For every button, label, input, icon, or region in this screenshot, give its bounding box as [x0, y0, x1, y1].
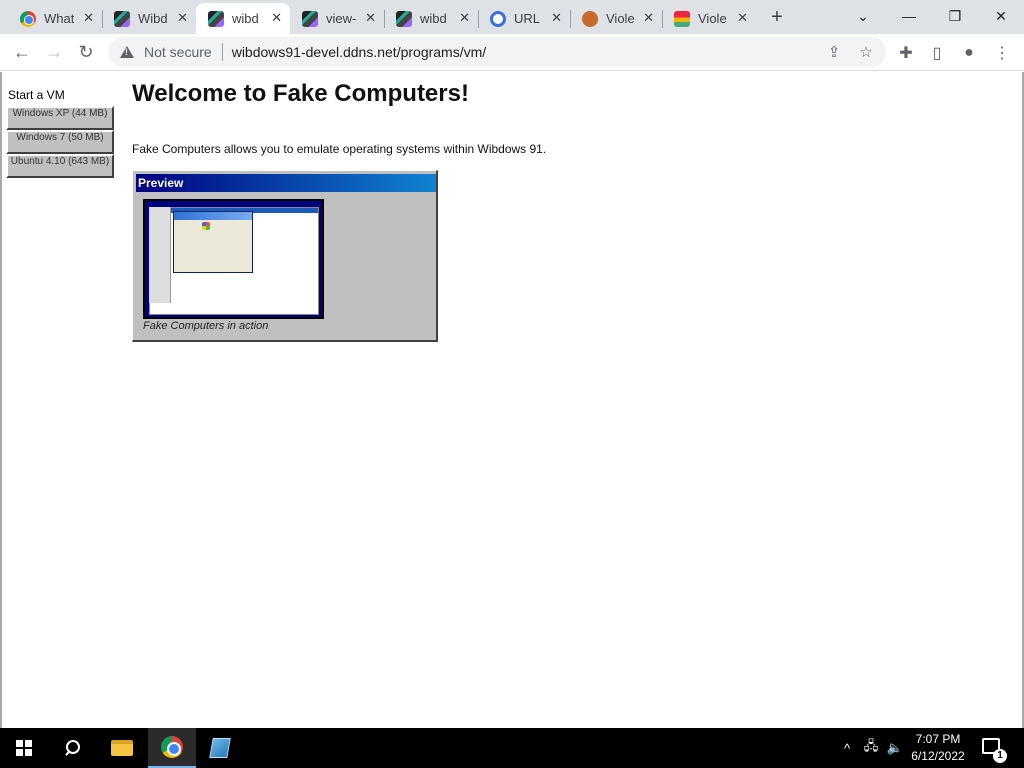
tab-4[interactable]: wibd ✕ — [384, 3, 478, 34]
browser-toolbar: ← → ↻ Not secure wibdows91-devel.ddns.ne… — [0, 34, 1024, 71]
omnibox-separator — [221, 43, 223, 61]
close-icon[interactable]: ✕ — [459, 11, 470, 25]
page-viewport: Start a VM Windows XP (44 MB) Windows 7 … — [0, 72, 1024, 728]
network-icon[interactable]: 🖧 — [860, 728, 882, 768]
vm-button-windows-xp[interactable]: Windows XP (44 MB) — [6, 106, 114, 130]
close-icon[interactable]: ✕ — [737, 11, 748, 25]
preview-title-bar: Preview — [136, 174, 436, 192]
intro-text: Fake Computers allows you to emulate ope… — [132, 142, 547, 156]
violentmonkey-icon — [582, 10, 598, 27]
url-icon — [490, 10, 506, 27]
notepad-icon — [209, 738, 231, 758]
extensions-icon[interactable]: ✚ — [895, 42, 917, 64]
search-icon — [64, 740, 80, 756]
close-window-icon[interactable]: ✕ — [978, 0, 1024, 32]
clock-time: 7:07 PM — [915, 732, 961, 746]
minimize-icon[interactable]: — — [886, 0, 932, 32]
side-panel-icon[interactable]: ▯ — [926, 42, 948, 64]
vm-button-windows-7[interactable]: Windows 7 (50 MB) — [6, 130, 114, 154]
address-bar[interactable]: Not secure wibdows91-devel.ddns.net/prog… — [108, 37, 886, 67]
warning-icon[interactable] — [120, 46, 134, 58]
clock-date: 6/12/2022 — [911, 749, 965, 763]
start-button[interactable] — [0, 728, 48, 768]
notification-badge: 1 — [993, 749, 1007, 763]
chrome-taskbar-button[interactable] — [148, 728, 196, 768]
chevron-up-icon[interactable]: ^ — [838, 728, 856, 768]
tab-title: Wibd — [138, 11, 168, 26]
back-icon[interactable]: ← — [8, 38, 36, 66]
wibdows-icon — [396, 10, 412, 27]
security-label[interactable]: Not secure — [144, 44, 212, 60]
close-icon[interactable]: ✕ — [551, 11, 562, 25]
file-explorer-button[interactable] — [98, 728, 146, 768]
clock[interactable]: 7:07 PM 6/12/2022 — [902, 731, 974, 765]
tab-title: wibd — [232, 11, 259, 26]
tab-search-icon[interactable]: ⌄ — [840, 0, 886, 32]
url-text[interactable]: wibdows91-devel.ddns.net/programs/vm/ — [232, 44, 486, 60]
tab-title: Viole — [606, 11, 635, 26]
screenshot-dialog — [173, 211, 253, 273]
tab-0[interactable]: What ✕ — [8, 3, 102, 34]
tab-title: What — [44, 11, 74, 26]
tab-7[interactable]: Viole ✕ — [662, 3, 756, 34]
vm-sidebar: Start a VM Windows XP (44 MB) Windows 7 … — [6, 88, 116, 178]
bookmark-star-icon[interactable]: ☆ — [855, 41, 877, 63]
profile-avatar-icon[interactable]: ● — [958, 42, 980, 64]
page-title: Welcome to Fake Computers! — [132, 80, 469, 107]
share-icon[interactable]: ⇪ — [823, 41, 845, 63]
violentmonkey-icon — [674, 10, 690, 27]
close-icon[interactable]: ✕ — [177, 11, 188, 25]
menu-kebab-icon[interactable]: ⋮ — [991, 42, 1013, 64]
preview-window: Preview Fake Computers in action — [132, 170, 438, 342]
tab-title: Viole — [698, 11, 727, 26]
wibdows-icon — [208, 10, 224, 27]
wibdows-icon — [302, 10, 318, 27]
restore-icon[interactable]: ❐ — [932, 0, 978, 32]
search-button[interactable] — [48, 728, 96, 768]
folder-icon — [111, 740, 133, 756]
tab-strip: What ✕ Wibd ✕ wibd ✕ view- ✕ wibd ✕ URL … — [0, 0, 1024, 34]
tab-title: wibd — [420, 11, 447, 26]
windows-logo-icon — [202, 222, 210, 230]
screenshot-sidebar — [149, 207, 171, 303]
sidebar-title: Start a VM — [8, 88, 65, 102]
wibdows-icon — [114, 10, 130, 27]
forward-icon[interactable]: → — [40, 38, 68, 66]
preview-screenshot — [143, 199, 324, 319]
tab-title: URL S — [514, 11, 544, 26]
close-icon[interactable]: ✕ — [643, 11, 654, 25]
windows-start-icon — [16, 740, 32, 756]
close-icon[interactable]: ✕ — [271, 11, 282, 25]
new-tab-icon[interactable]: + — [764, 5, 790, 31]
tab-1[interactable]: Wibd ✕ — [102, 3, 196, 34]
reload-icon[interactable]: ↻ — [72, 38, 100, 66]
tab-5[interactable]: URL S ✕ — [478, 3, 570, 34]
close-icon[interactable]: ✕ — [83, 11, 94, 25]
chrome-icon — [20, 10, 36, 27]
tab-6[interactable]: Viole ✕ — [570, 3, 662, 34]
main-content: Welcome to Fake Computers! Fake Computer… — [132, 80, 546, 342]
tab-3[interactable]: view- ✕ — [290, 3, 384, 34]
tab-2[interactable]: wibd ✕ — [196, 3, 290, 34]
tab-title: view- — [326, 11, 356, 26]
vm-button-ubuntu[interactable]: Ubuntu 4.10 (643 MB) — [6, 154, 114, 178]
notepad-taskbar-button[interactable] — [196, 728, 244, 768]
preview-caption: Fake Computers in action — [143, 320, 269, 332]
taskbar: ^ 🖧 🔈 7:07 PM 6/12/2022 1 — [0, 728, 1024, 768]
chrome-icon — [161, 736, 183, 758]
close-icon[interactable]: ✕ — [365, 11, 376, 25]
